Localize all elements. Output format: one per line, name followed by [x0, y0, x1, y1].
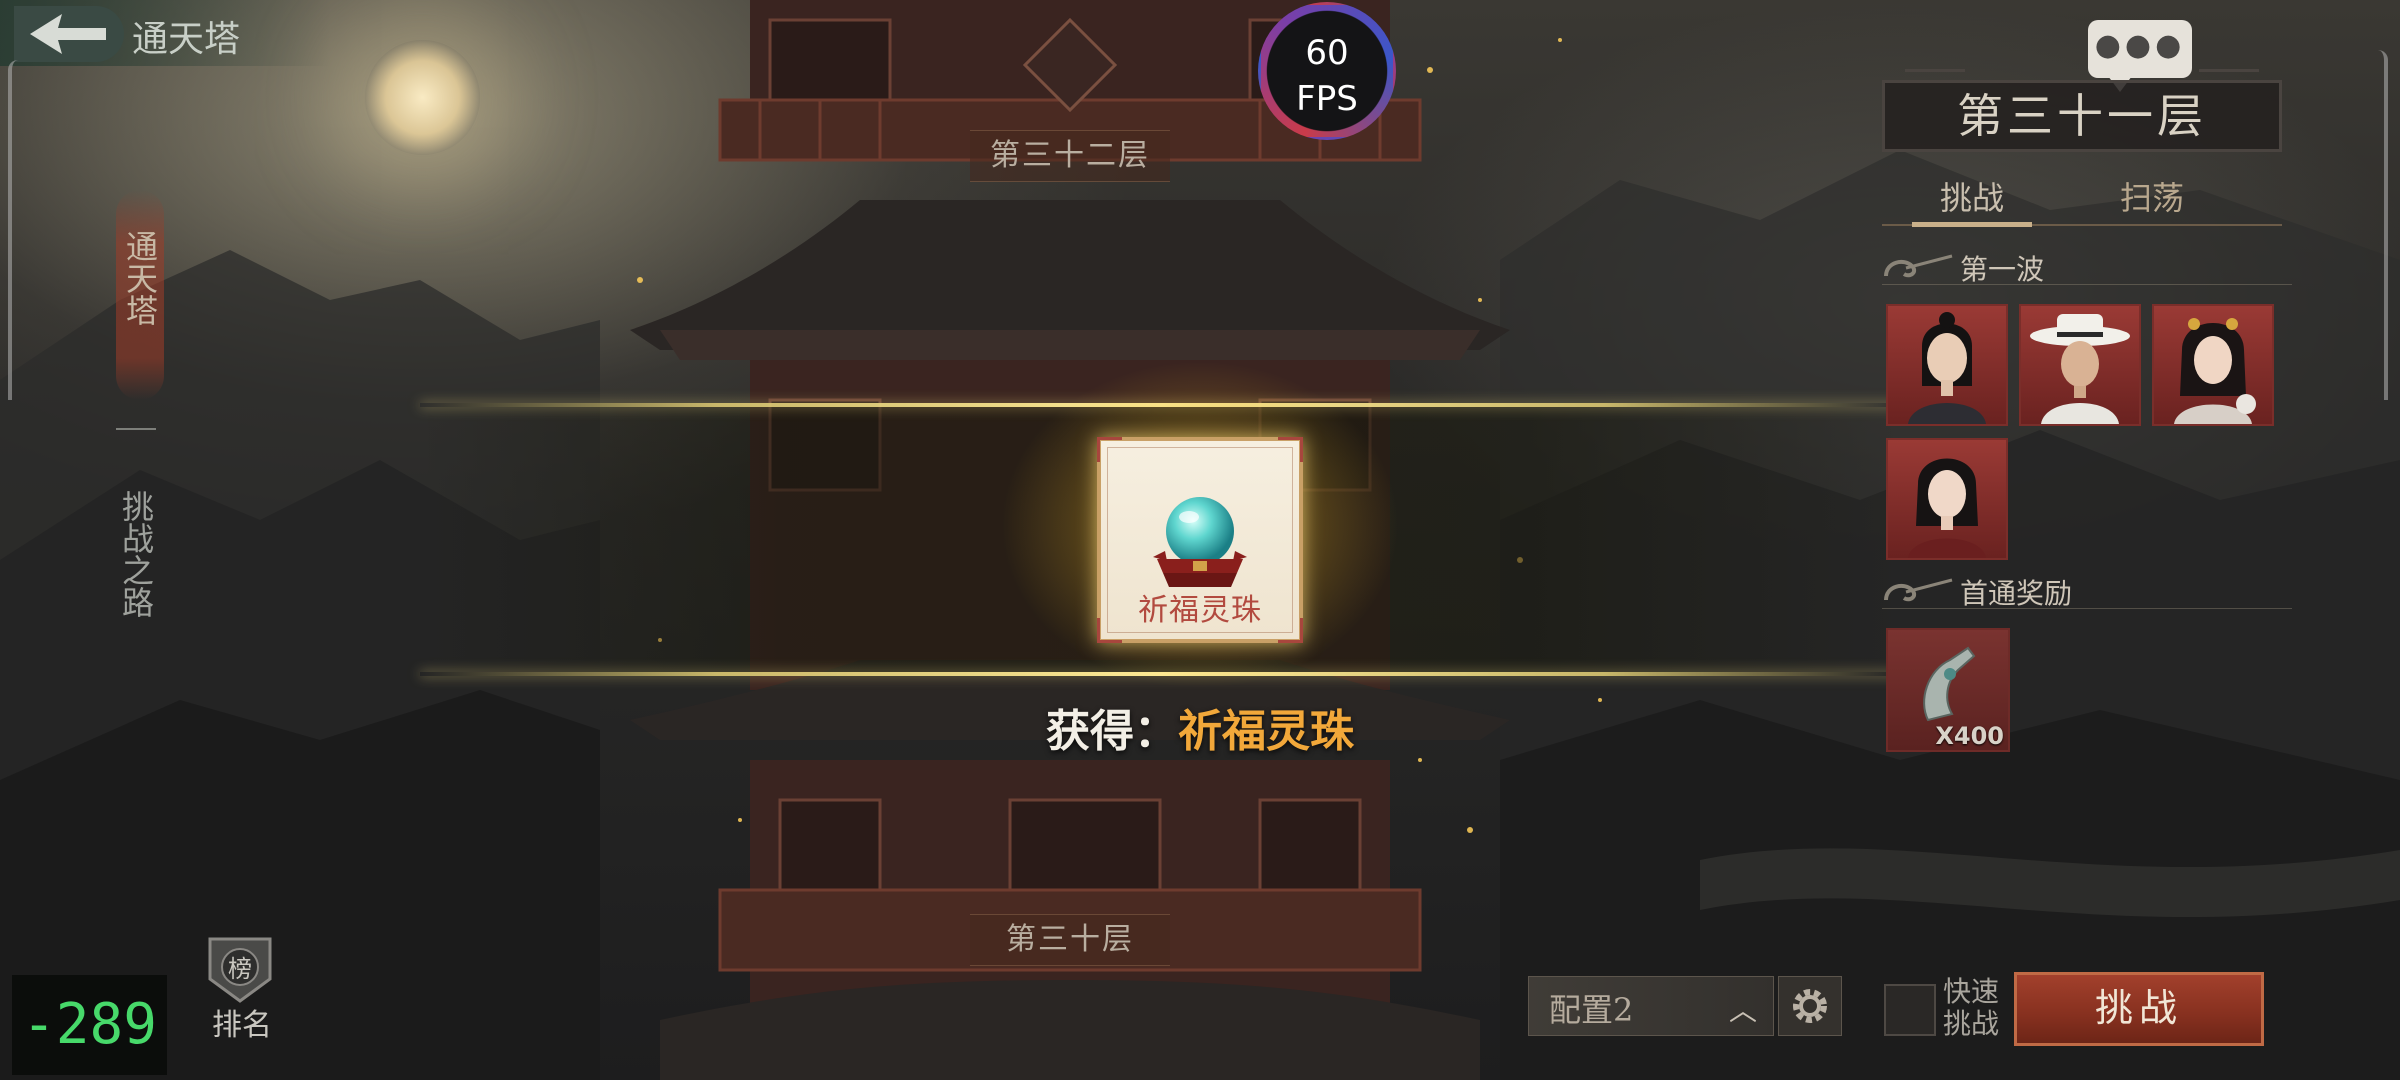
floor-label-below[interactable]: 第三十层 — [970, 914, 1170, 966]
portrait-woman-plain-icon — [1908, 458, 1986, 558]
spirit-orb-icon — [1153, 497, 1247, 587]
left-edge-rail — [8, 60, 18, 400]
reward-quantity: X400 — [1935, 722, 2004, 750]
back-button[interactable] — [14, 6, 124, 62]
active-tab-indicator — [1912, 222, 2032, 227]
first-clear-section-header: 首通奖励 — [1882, 572, 2292, 610]
rank-badge-icon: 榜 — [208, 937, 272, 1003]
game-screen: 第三十二层 第三十层 祈福灵珠 获得：祈福灵珠 通天塔 60 FPS 通天塔 挑… — [0, 0, 2400, 1080]
mode-tabs: 挑战 扫荡 — [1882, 172, 2282, 227]
back-arrow-icon — [30, 14, 106, 54]
card-corner — [1097, 437, 1122, 462]
page-title: 通天塔 — [132, 19, 241, 60]
settings-button[interactable] — [1778, 976, 1842, 1036]
rank-badge-char: 榜 — [228, 955, 252, 983]
quick-challenge-checkbox[interactable] — [1884, 984, 1936, 1036]
wave-label: 第一波 — [1960, 253, 2045, 286]
fps-counter: 60 FPS — [1258, 2, 1396, 140]
reward-item-name: 祈福灵珠 — [1138, 593, 1262, 628]
portrait-young-man-icon — [1908, 312, 1986, 424]
more-dots-icon: ●●● — [2094, 28, 2186, 63]
portrait-woman-ornate-icon — [2174, 318, 2256, 424]
rank-label[interactable]: 排名 — [204, 1000, 280, 1044]
rank-button[interactable]: 榜 — [204, 935, 276, 1009]
challenge-button[interactable]: 挑战 — [2014, 972, 2264, 1046]
first-clear-label: 首通奖励 — [1960, 577, 2073, 610]
nav-divider — [116, 428, 156, 430]
floor-label-above[interactable]: 第三十二层 — [970, 130, 1170, 182]
first-clear-reward-slot[interactable]: X400 — [1886, 628, 2010, 752]
reward-item-card[interactable]: 祈福灵珠 — [1097, 437, 1303, 643]
tab-sweep[interactable]: 扫荡 — [2062, 172, 2242, 224]
gear-icon — [1793, 989, 1827, 1023]
quick-challenge-label[interactable]: 快速挑战 — [1940, 976, 2002, 1040]
tab-tongtianta[interactable]: 通天塔 — [116, 190, 164, 400]
tab-challenge[interactable]: 挑战 — [1882, 172, 2062, 224]
enemy-portrait[interactable] — [2019, 304, 2141, 426]
tab-tongtianta-label: 通天塔 — [121, 230, 159, 326]
obtain-message: 获得：祈福灵珠 — [1000, 695, 1400, 759]
card-corner — [1278, 437, 1303, 462]
right-edge-rail — [2378, 50, 2388, 400]
obtain-prefix: 获得： — [1046, 706, 1178, 757]
chevron-up-icon: ︿ — [1728, 994, 1757, 1027]
tab-challenge-road[interactable]: 挑战之路 — [112, 490, 160, 627]
config-select[interactable]: 配置2 ︿ — [1528, 976, 1774, 1036]
fps-value: 60 — [1305, 33, 1349, 73]
jade-hook-icon — [1923, 646, 1976, 722]
cloud-swirl-icon — [1884, 254, 1953, 278]
portrait-man-white-hat-icon — [2030, 314, 2130, 424]
current-floor-title: 第三十一层 — [1957, 89, 2207, 143]
fps-unit: FPS — [1296, 79, 1358, 119]
obtain-item-name: 祈福灵珠 — [1178, 706, 1354, 757]
debug-counter: -289 — [12, 975, 167, 1075]
wave-section-header: 第一波 — [1882, 248, 2292, 286]
chat-button[interactable]: ●●● — [2088, 20, 2192, 92]
current-floor-box: 第三十一层 — [1882, 69, 2282, 152]
cloud-swirl-icon — [1884, 578, 1953, 602]
enemy-portrait[interactable] — [1886, 304, 2008, 426]
config-select-value: 配置2 — [1549, 991, 1634, 1029]
enemy-portrait[interactable] — [1886, 438, 2008, 560]
tab-challenge-road-label: 挑战之路 — [117, 490, 155, 618]
enemy-portrait[interactable] — [2152, 304, 2274, 426]
